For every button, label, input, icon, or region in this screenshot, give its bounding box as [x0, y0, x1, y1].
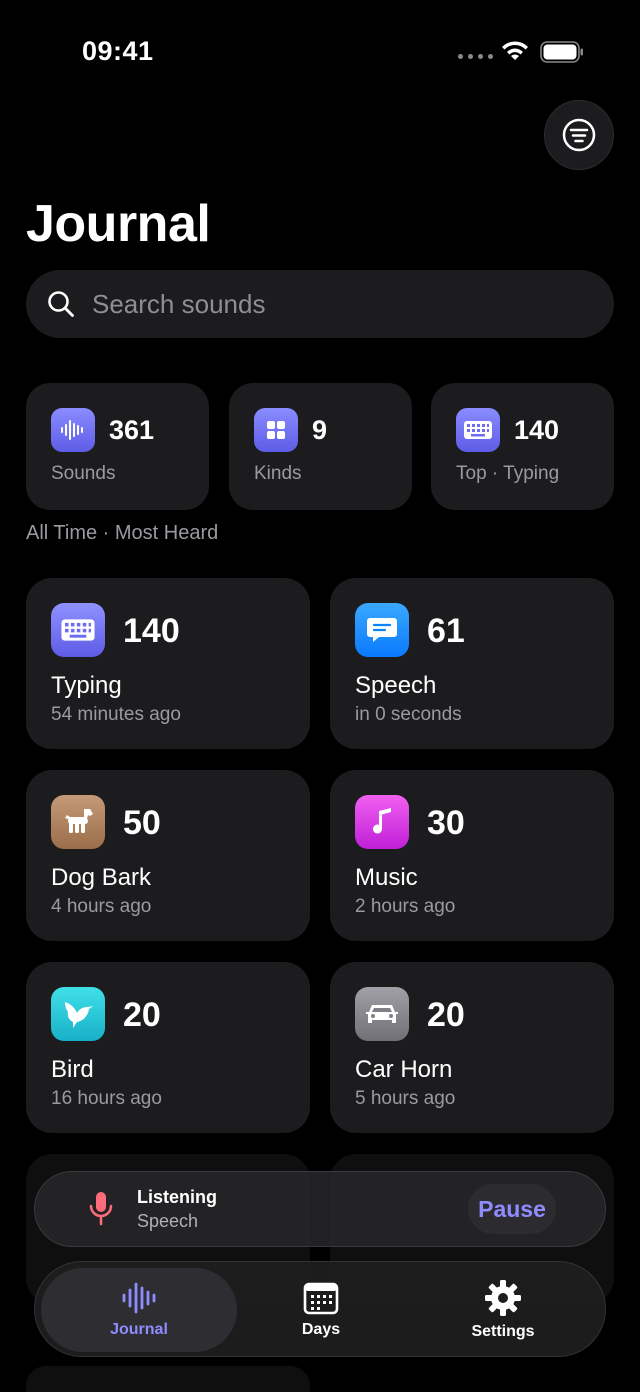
- sound-card-dog-bark[interactable]: 50 Dog Bark 4 hours ago: [26, 770, 310, 941]
- stat-value: 9: [312, 415, 328, 445]
- sound-name: Speech: [355, 672, 437, 699]
- listening-bar[interactable]: Listening Speech Pause: [34, 1171, 606, 1247]
- sound-name: Car Horn: [355, 1056, 453, 1083]
- stat-label: Sounds: [51, 463, 116, 484]
- keyboard-icon: [51, 603, 105, 657]
- sound-time: 2 hours ago: [355, 896, 456, 917]
- sound-card-car-horn[interactable]: 20 Car Horn 5 hours ago: [330, 962, 614, 1133]
- sound-card-typing[interactable]: 140 Typing 54 minutes ago: [26, 578, 310, 749]
- tab-settings[interactable]: Settings: [405, 1268, 601, 1352]
- section-caption: All Time · Most Heard: [26, 522, 219, 544]
- waveform-icon: [122, 1282, 156, 1314]
- sound-name: Dog Bark: [51, 864, 152, 891]
- cellular-icon: [458, 54, 493, 59]
- listening-title: Listening: [137, 1187, 217, 1207]
- sound-card-partial-bottom: [26, 1366, 310, 1392]
- sound-card-bird[interactable]: 20 Bird 16 hours ago: [26, 962, 310, 1133]
- sound-time: 16 hours ago: [51, 1088, 162, 1109]
- sound-count: 61: [427, 612, 465, 650]
- status-bar: 09:41: [0, 0, 640, 100]
- sound-time: 54 minutes ago: [51, 704, 181, 725]
- grid-icon: [254, 408, 298, 452]
- tab-label: Settings: [471, 1323, 535, 1340]
- sound-time: 5 hours ago: [355, 1088, 456, 1109]
- sound-count: 140: [123, 612, 180, 650]
- sound-count: 50: [123, 804, 161, 842]
- stat-label: Kinds: [254, 463, 302, 484]
- music-note-icon: [355, 795, 409, 849]
- calendar-icon: [303, 1282, 339, 1315]
- battery-icon: [540, 41, 583, 63]
- sound-name: Music: [355, 864, 418, 891]
- pause-button[interactable]: Pause: [468, 1184, 556, 1234]
- tab-label: Days: [301, 1321, 341, 1338]
- sound-card-music[interactable]: 30 Music 2 hours ago: [330, 770, 614, 941]
- search-bar[interactable]: [26, 270, 614, 338]
- tab-label: Journal: [110, 1321, 168, 1338]
- tab-journal[interactable]: Journal: [41, 1268, 237, 1352]
- stat-label: Top · Typing: [456, 463, 560, 484]
- stat-value: 361: [109, 415, 155, 445]
- search-input[interactable]: [92, 288, 552, 320]
- sound-name: Bird: [51, 1056, 94, 1083]
- stat-card-kinds[interactable]: 9 Kinds: [229, 383, 412, 510]
- keyboard-icon: [456, 408, 500, 452]
- microphone-icon: [89, 1192, 113, 1226]
- tab-days[interactable]: Days: [223, 1268, 419, 1352]
- tab-bar: Journal Days Settings: [34, 1261, 606, 1357]
- dog-icon: [51, 795, 105, 849]
- sound-count: 20: [123, 996, 161, 1034]
- page-title: Journal: [26, 195, 211, 253]
- stat-card-top[interactable]: 140 Top · Typing: [431, 383, 614, 510]
- status-time: 09:41: [82, 36, 154, 66]
- waveform-icon: [51, 408, 95, 452]
- filter-menu-button[interactable]: [544, 100, 614, 170]
- stat-card-sounds[interactable]: 361 Sounds: [26, 383, 209, 510]
- sound-count: 20: [427, 996, 465, 1034]
- stat-value: 140: [514, 415, 560, 445]
- car-icon: [355, 987, 409, 1041]
- filter-icon: [562, 118, 596, 152]
- gear-icon: [485, 1280, 521, 1316]
- sound-count: 30: [427, 804, 465, 842]
- wifi-icon: [502, 41, 528, 60]
- bird-icon: [51, 987, 105, 1041]
- sound-name: Typing: [51, 672, 122, 699]
- sound-card-speech[interactable]: 61 Speech in 0 seconds: [330, 578, 614, 749]
- search-icon: [48, 291, 74, 317]
- speech-bubble-icon: [355, 603, 409, 657]
- sound-time: in 0 seconds: [355, 704, 462, 725]
- sound-time: 4 hours ago: [51, 896, 152, 917]
- listening-subtitle: Speech: [137, 1211, 199, 1231]
